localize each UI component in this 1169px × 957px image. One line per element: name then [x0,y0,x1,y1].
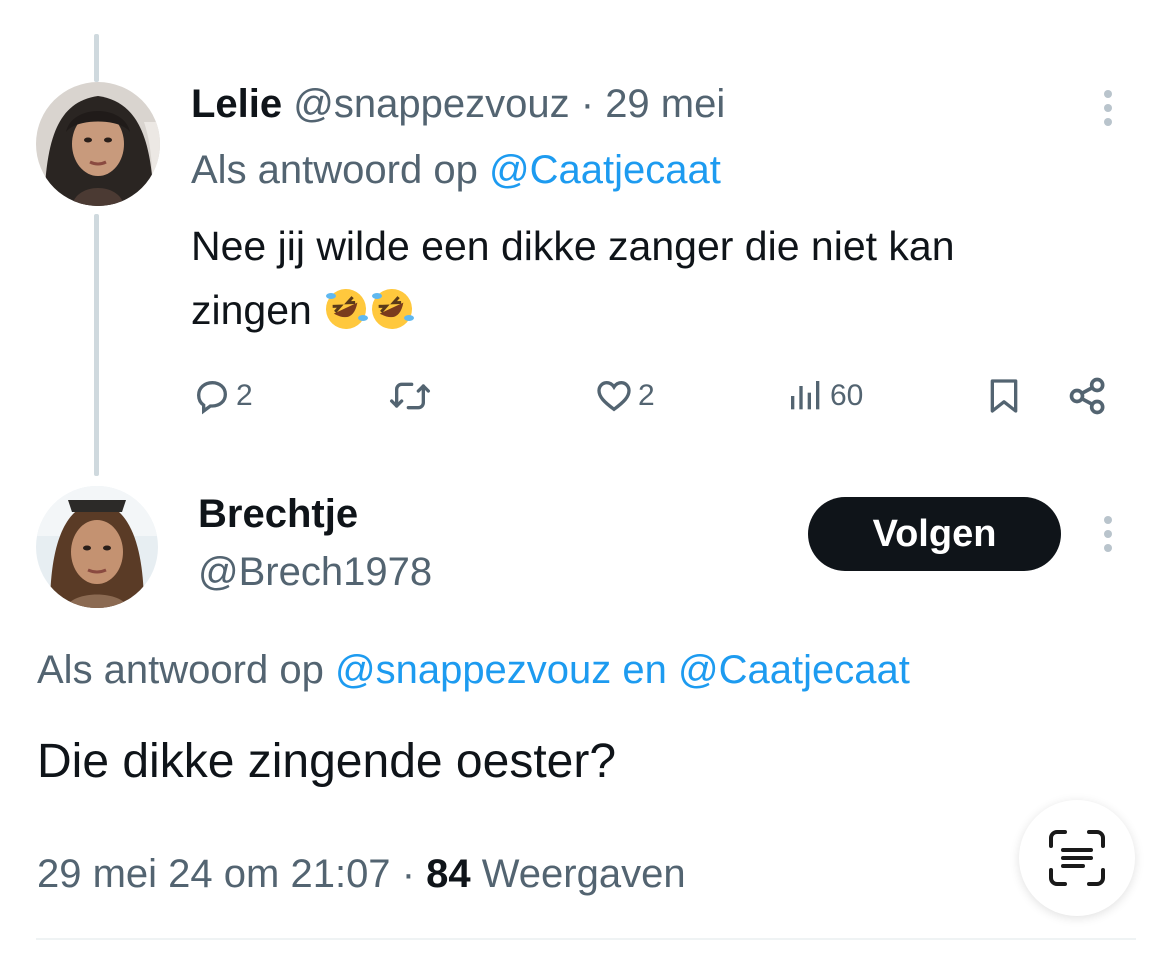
reply-prefix: Als antwoord op [191,148,478,192]
reply-context: Als antwoord op @Caatjecaat [191,144,721,196]
rolling-on-floor-laughing-icon [369,286,415,350]
bookmark-button[interactable] [984,372,1024,420]
thread-line-bottom [94,214,99,476]
reply-count: 2 [236,379,253,412]
text-scan-icon [1049,830,1105,886]
live-text-button[interactable] [1019,800,1135,916]
tweet-timestamp[interactable]: 29 mei 24 om 21:07 [37,852,391,896]
tweet-text-line-2-text: zingen [191,287,312,333]
like-count: 2 [638,379,655,412]
reply-mention-2[interactable]: @Caatjecaat [678,648,910,692]
follow-button[interactable]: Volgen [808,497,1061,571]
views-button[interactable]: 60 [786,372,863,420]
tweet-date[interactable]: 29 mei [605,82,725,126]
tweet-text-line-1: Nee jij wilde een dikke zanger die niet … [191,223,955,269]
reply-mention-1[interactable]: @snappezvouz [335,648,611,692]
like-button[interactable]: 2 [594,372,655,420]
bottom-divider [36,938,1136,940]
reply-joiner: en [622,648,667,692]
views-count: 60 [830,379,864,412]
tweet-text: Nee jij wilde een dikke zanger die niet … [191,214,1151,350]
share-icon [1069,377,1105,415]
reply-icon [196,380,228,415]
analytics-icon [791,381,820,410]
author-handle-2[interactable]: @Brech1978 [198,546,432,598]
thread-line-top [94,34,99,82]
reply-mention[interactable]: @Caatjecaat [489,148,721,192]
views-label: Weergaven [481,852,686,896]
reply-button[interactable]: 2 [192,372,253,420]
avatar-lelie[interactable] [36,82,160,206]
reply-prefix-2: Als antwoord op [37,648,324,692]
reply-context-2: Als antwoord op @snappezvouz en @Caatjec… [37,644,910,696]
author-handle[interactable]: @snappezvouz [293,82,569,126]
tweet-text-line-2: zingen [191,278,1151,350]
heart-icon [597,380,631,412]
more-options-icon[interactable] [1104,90,1114,132]
header-separator: · [580,82,595,126]
share-button[interactable] [1066,372,1110,420]
rolling-on-floor-laughing-icon [323,286,369,350]
more-options-icon-2[interactable] [1104,516,1114,558]
retweet-button[interactable] [388,372,432,420]
author-name-2[interactable]: Brechtje [198,488,358,540]
views-count-2: 84 [426,852,471,896]
retweet-icon [389,382,430,410]
avatar-brechtje[interactable] [36,486,158,608]
tweet1-header: Lelie @snappezvouz · 29 mei [191,80,725,128]
bookmark-icon [990,379,1018,413]
author-name[interactable]: Lelie [191,82,282,126]
meta-separator: · [401,852,416,896]
tweet-text-2: Die dikke zingende oester? [37,735,617,788]
tweet-meta: 29 mei 24 om 21:07 · 84 Weergaven [37,848,686,900]
